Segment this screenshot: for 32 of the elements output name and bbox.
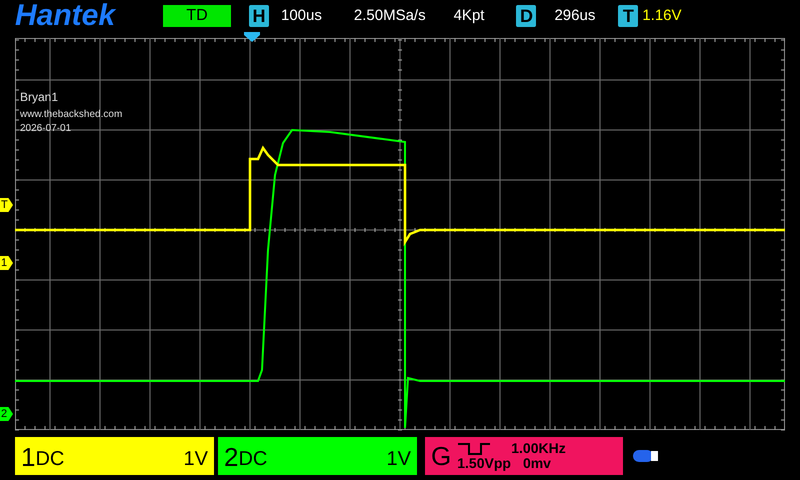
coupling-label: DC bbox=[35, 447, 64, 471]
channel-marker: 1 bbox=[0, 256, 13, 270]
scale-label: 1V bbox=[386, 447, 411, 471]
channel-panel[interactable]: 2DC 1V bbox=[218, 437, 417, 475]
generator-amplitude: 1.50Vpp bbox=[457, 456, 511, 471]
timebase-badge: H bbox=[249, 5, 269, 27]
trigger-position-icon bbox=[244, 32, 260, 42]
brand-logo: Hantek bbox=[15, 1, 118, 31]
square-wave-icon bbox=[457, 442, 492, 456]
sample-rate: 2.50MSa/s bbox=[354, 6, 426, 26]
mode-badge: TD bbox=[163, 5, 231, 27]
channel-number: 1 bbox=[21, 443, 36, 471]
coupling-label: DC bbox=[238, 447, 268, 471]
usb-drive-icon bbox=[633, 449, 659, 463]
screen-note: www.thebackshed.com bbox=[20, 108, 122, 122]
delay-badge: D bbox=[516, 5, 536, 27]
generator-label: G bbox=[431, 442, 452, 470]
scale-label: 1V bbox=[184, 447, 208, 471]
generator-panel[interactable]: G 1.00KHz 1.50Vpp 0mv bbox=[425, 437, 623, 475]
channel-panel[interactable]: 1DC 1V bbox=[15, 437, 214, 475]
trigger-level: 1.16V bbox=[642, 6, 682, 26]
generator-offset: 0mv bbox=[522, 456, 551, 471]
channel-marker: 2 bbox=[0, 407, 13, 421]
screen-note: 2026-07-01 bbox=[20, 122, 72, 136]
generator-frequency: 1.00KHz bbox=[511, 441, 566, 456]
delay-value: 296us bbox=[554, 6, 596, 26]
memory-depth: 4Kpt bbox=[454, 6, 484, 26]
channel-marker: T bbox=[0, 198, 13, 212]
channel-number: 2 bbox=[224, 443, 238, 471]
screen-note: Bryan1 bbox=[20, 89, 60, 106]
timebase-value: 100us bbox=[281, 6, 322, 26]
trigger-badge: T bbox=[618, 5, 638, 27]
